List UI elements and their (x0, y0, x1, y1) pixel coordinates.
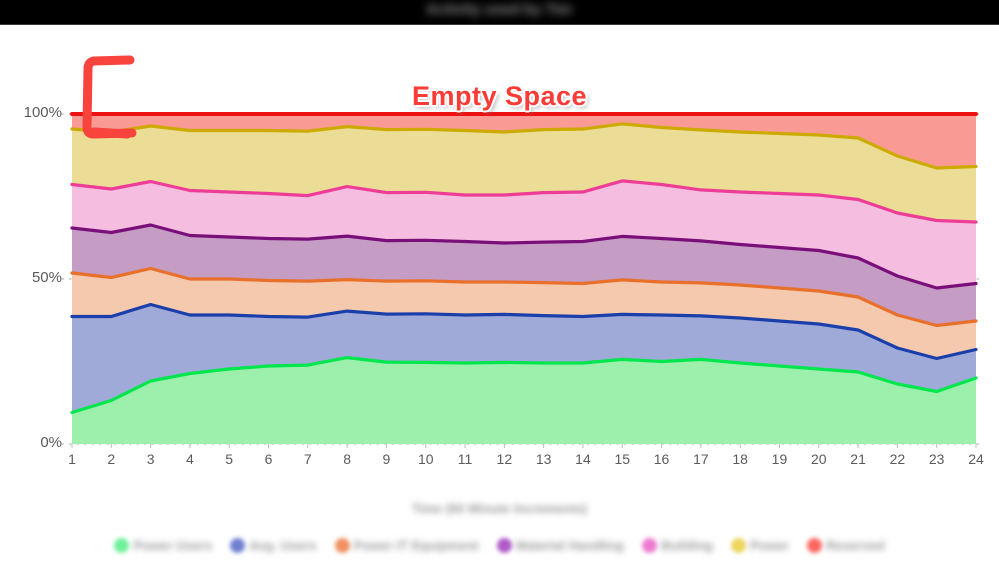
x-axis-tick-label: 13 (535, 451, 552, 467)
legend-item-label: Reserved (826, 537, 885, 553)
screenshot-root: Activity used by Tier 0% 50% 100% 12345678… (0, 0, 999, 553)
x-axis-tick-label: 15 (614, 451, 631, 467)
legend-item-6[interactable]: Reserved (807, 537, 885, 553)
x-axis-tick-label: 21 (850, 451, 866, 467)
legend-item-label: Building (660, 537, 713, 553)
x-axis-tick-label: 6 (264, 451, 273, 467)
x-axis-tick-label: 24 (968, 451, 984, 467)
x-axis-tick-label: 14 (575, 451, 591, 467)
chart-region: 0% 50% 100% 1 2 3 4 5 6 7 8 9 10 11 12 13 14 15 16 17 18 19 2… (0, 25, 999, 553)
x-axis-tick-label: 1 (68, 451, 76, 467)
x-axis-tick-label: 16 (653, 451, 670, 467)
purple-dot (496, 537, 512, 553)
legend-item-label: Power (749, 537, 789, 553)
orange-dot (334, 537, 350, 553)
y-axis-tick-label: 50% (31, 269, 62, 286)
x-axis-tick-label: 7 (303, 451, 312, 467)
green-dot (114, 537, 130, 553)
x-axis-tick-label: 11 (457, 451, 473, 467)
x-axis-tick-label: 9 (382, 451, 391, 467)
legend-item-label: Material Handling (515, 537, 624, 553)
x-axis-tick-label: 12 (496, 451, 513, 467)
legend-item-3[interactable]: Material Handling (496, 537, 624, 553)
x-axis-tick-label: 22 (889, 451, 906, 467)
x-axis-title: Time (60 Minute Increments) (411, 501, 588, 516)
yellow-dot (730, 537, 746, 553)
axis-ticks (71, 444, 977, 448)
pink-dot (641, 537, 657, 553)
x-axis-tick-label: 23 (928, 451, 945, 467)
x-axis-tick-label: 8 (343, 451, 352, 467)
chart-legend[interactable]: Power Users Avg. Users Power IT Equipment M… (0, 528, 999, 562)
legend-item-5[interactable]: Power (730, 537, 789, 553)
x-axis-tick-label: 20 (810, 451, 827, 467)
window-title: Activity used by Tier (426, 1, 573, 18)
x-axis-tick-label: 2 (107, 451, 116, 467)
window-titlebar: Activity used by Tier (0, 0, 999, 25)
legend-item-1[interactable]: Avg. Users (230, 537, 317, 553)
red-dot (807, 537, 822, 553)
y-axis-tick-label: 0% (40, 434, 62, 451)
x-axis-tick-label: 3 (146, 451, 155, 467)
legend-item-label: Power Users (133, 537, 213, 553)
x-axis-tick-label: 4 (186, 451, 194, 467)
legend-item-2[interactable]: Power IT Equipment (334, 537, 479, 553)
blue-dot (230, 537, 246, 553)
legend-item-label: Avg. Users (249, 537, 317, 553)
legend-item-0[interactable]: Power Users (114, 537, 213, 553)
x-axis-tick-label: 10 (417, 451, 434, 467)
legend-item-4[interactable]: Building (641, 537, 713, 553)
empty-space-annotation: Empty Space (411, 81, 588, 111)
x-axis-tick-label: 17 (693, 451, 709, 467)
x-axis-tick-label: 18 (732, 451, 748, 467)
x-axis-tick-label: 19 (771, 451, 788, 467)
legend-item-label: Power IT Equipment (353, 537, 479, 553)
x-axis-tick-label: 5 (225, 451, 234, 467)
